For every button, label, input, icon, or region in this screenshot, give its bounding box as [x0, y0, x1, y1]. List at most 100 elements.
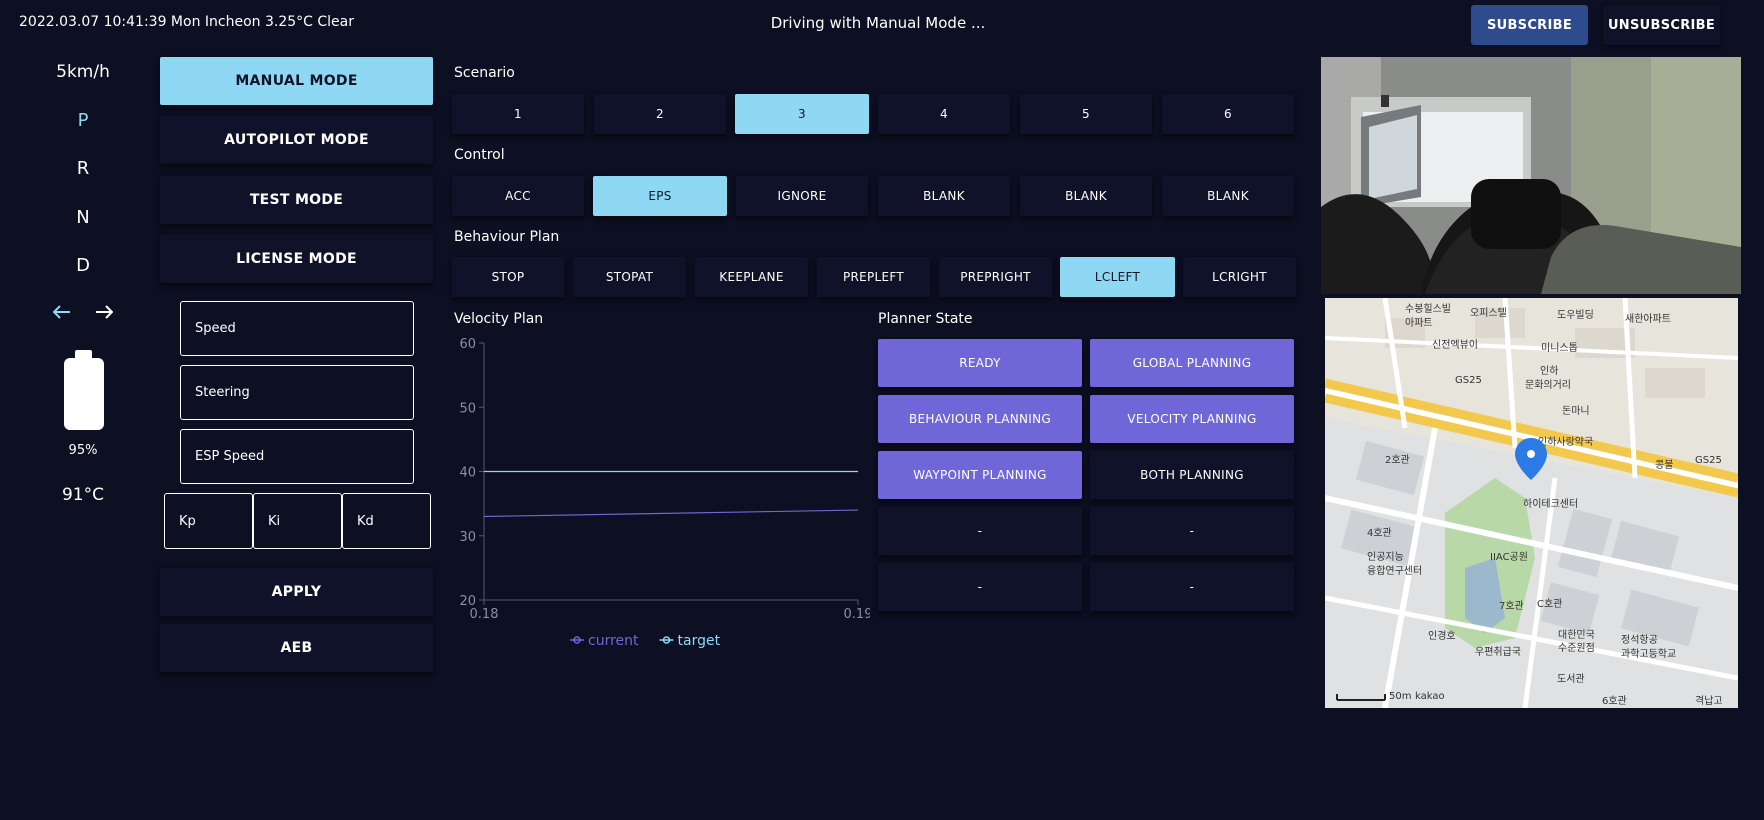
test-mode-button[interactable]: TEST MODE	[160, 176, 433, 224]
map-label: 새한아파트	[1625, 313, 1671, 325]
behaviour-plan-title: Behaviour Plan	[454, 229, 560, 245]
license-mode-button[interactable]: LICENSE MODE	[160, 235, 433, 283]
control-blank-2-button[interactable]: BLANK	[1020, 176, 1152, 216]
planner-state-item: BEHAVIOUR PLANNING	[878, 395, 1082, 443]
map-label: C호관	[1537, 598, 1562, 610]
velocity-plan-title: Velocity Plan	[454, 311, 544, 327]
planner-state-item: READY	[878, 339, 1082, 387]
map-label: 격납고	[1695, 694, 1723, 707]
map-label: 도우빌딩	[1557, 309, 1594, 321]
gear-r: R	[76, 158, 90, 179]
map-label: IIAC공원	[1490, 551, 1528, 563]
planner-state-item: -	[878, 507, 1082, 555]
manual-mode-button[interactable]: MANUAL MODE	[160, 57, 433, 105]
map-label: 인경호	[1428, 629, 1456, 642]
y-tick-label: 50	[459, 401, 476, 416]
scenario-4-button[interactable]: 4	[878, 94, 1010, 134]
map-view[interactable]: 수봉힐스빌아파트 오피스텔 도우빌딩 새한아파트신전엑뷰이 미니스톱 GS25 인하문화의거…	[1325, 298, 1738, 708]
map-label: 돈마니	[1562, 405, 1590, 417]
aeb-button[interactable]: AEB	[160, 624, 433, 672]
scenario-6-button[interactable]: 6	[1162, 94, 1294, 134]
map-label: 오피스텔	[1470, 307, 1507, 319]
steering-field[interactable]: Steering	[180, 365, 414, 420]
subscribe-button[interactable]: SUBSCRIBE	[1471, 5, 1588, 45]
planner-state-item: GLOBAL PLANNING	[1090, 339, 1294, 387]
scenario-5-button[interactable]: 5	[1020, 94, 1152, 134]
arrow-right-icon[interactable]	[94, 302, 114, 322]
map-label: 대한민국	[1558, 629, 1595, 641]
scenario-2-button[interactable]: 2	[594, 94, 726, 134]
control-blank-3-button[interactable]: BLANK	[1162, 176, 1294, 216]
map-label: 수봉힐스빌	[1405, 302, 1451, 315]
x-tick-label: 0.19	[844, 607, 870, 622]
behaviour-keeplane-button[interactable]: KEEPLANE	[695, 257, 808, 297]
gear-p: P	[77, 110, 89, 131]
temperature-readout: 91°C	[61, 485, 104, 505]
camera-feed	[1321, 57, 1741, 294]
kp-field[interactable]: Kp	[164, 493, 253, 549]
map-label: 인하	[1540, 364, 1558, 377]
map-label: 하이테크센터	[1523, 497, 1578, 510]
apply-button[interactable]: APPLY	[160, 568, 433, 616]
x-tick-label: 0.18	[470, 607, 499, 622]
control-blank-1-button[interactable]: BLANK	[878, 176, 1010, 216]
control-acc-button[interactable]: ACC	[452, 176, 584, 216]
behaviour-prepleft-button[interactable]: PREPLEFT	[817, 257, 930, 297]
kd-field[interactable]: Kd	[342, 493, 431, 549]
map-label: 문화의거리	[1525, 379, 1571, 391]
map-label: 인하사랑약국	[1538, 435, 1593, 448]
map-label: 수준원점	[1558, 642, 1595, 654]
planner-state-item: -	[1090, 507, 1294, 555]
y-tick-label: 40	[459, 466, 476, 481]
map-label: 정석항공	[1621, 634, 1658, 646]
control-title: Control	[454, 147, 505, 163]
map-label: 4호관	[1367, 527, 1392, 539]
ki-field[interactable]: Ki	[253, 493, 342, 549]
gear-d: D	[76, 255, 90, 276]
behaviour-prepright-button[interactable]: PREPRIGHT	[939, 257, 1052, 297]
behaviour-stopat-button[interactable]: STOPAT	[573, 257, 686, 297]
unsubscribe-button[interactable]: UNSUBSCRIBE	[1603, 5, 1720, 45]
series-line-current	[483, 509, 859, 518]
velocity-chart-svg: 20304050600.18 0.19 current target	[459, 337, 872, 649]
map-label: 콩불	[1655, 459, 1673, 471]
map-label: GS25	[1695, 455, 1722, 466]
map-label: 2호관	[1385, 454, 1410, 466]
behaviour-lcright-button[interactable]: LCRIGHT	[1183, 257, 1296, 297]
map-label: 인공지능	[1367, 551, 1404, 563]
y-tick-label: 30	[459, 530, 476, 545]
map-label: 6호관	[1602, 695, 1627, 707]
gear-n: N	[76, 207, 90, 228]
map-label: 도서관	[1557, 673, 1585, 685]
behaviour-stop-button[interactable]: STOP	[452, 257, 564, 297]
battery-percent: 95%	[68, 443, 98, 458]
map-label: 융합연구센터	[1367, 565, 1422, 577]
map-label: 우편취급국	[1475, 646, 1521, 658]
legend-label[interactable]: target	[678, 633, 721, 649]
legend-label[interactable]: current	[588, 633, 639, 649]
turn-signal-group	[52, 302, 114, 322]
planner-state-item: -	[1090, 563, 1294, 611]
scenario-3-button[interactable]: 3	[735, 94, 869, 134]
autopilot-mode-button[interactable]: AUTOPILOT MODE	[160, 116, 433, 164]
scenario-title: Scenario	[454, 65, 515, 81]
map-label: 미니스톱	[1541, 342, 1578, 354]
y-tick-label: 60	[459, 337, 476, 352]
esp-speed-field[interactable]: ESP Speed	[180, 429, 414, 484]
control-eps-button[interactable]: EPS	[593, 176, 727, 216]
behaviour-lcleft-button[interactable]: LCLEFT	[1060, 257, 1175, 297]
scenario-1-button[interactable]: 1	[452, 94, 584, 134]
planner-state-item: WAYPOINT PLANNING	[878, 451, 1082, 499]
map-label: 아파트	[1405, 317, 1433, 329]
planner-state-item: VELOCITY PLANNING	[1090, 395, 1294, 443]
map-label: kakao	[1415, 691, 1445, 702]
arrow-left-icon[interactable]	[52, 302, 72, 322]
map-label: GS25	[1455, 375, 1482, 386]
battery-icon	[64, 358, 104, 430]
planner-state-title: Planner State	[878, 311, 973, 327]
map-label: 신전엑뷰이	[1432, 339, 1478, 351]
speed-field[interactable]: Speed	[180, 301, 414, 356]
velocity-chart: 20 30 40 50 60 0.18 0.19 current target	[440, 328, 872, 658]
control-ignore-button[interactable]: IGNORE	[736, 176, 868, 216]
planner-state-item: BOTH PLANNING	[1090, 451, 1294, 499]
